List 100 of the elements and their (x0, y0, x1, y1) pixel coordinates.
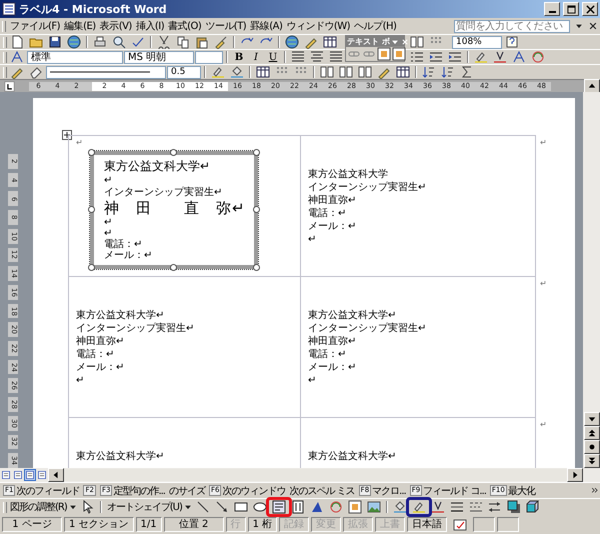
text-box-icon[interactable] (272, 500, 286, 514)
columns-icon[interactable] (320, 65, 334, 79)
styles-icon[interactable] (512, 50, 526, 64)
menu-item[interactable]: ファイル(F) (10, 19, 60, 33)
new-document-icon[interactable] (10, 35, 24, 49)
line-icon[interactable] (196, 500, 210, 514)
columns-icon[interactable] (358, 65, 372, 79)
sigma-icon[interactable] (460, 65, 474, 79)
line-style-icon[interactable] (450, 500, 464, 514)
resize-handle[interactable] (253, 149, 260, 156)
table-icon[interactable] (396, 65, 410, 79)
pointer-icon[interactable] (80, 500, 95, 514)
picture-icon[interactable] (366, 500, 381, 514)
rectangle-icon[interactable] (234, 500, 248, 514)
menu-item[interactable]: 編集(E) (64, 19, 96, 33)
vertical-scrollbar[interactable] (583, 92, 600, 468)
scroll-left-button[interactable] (48, 468, 64, 482)
shadow-icon[interactable] (506, 500, 521, 514)
scroll-up-button[interactable] (584, 79, 600, 93)
diagram-icon[interactable] (531, 50, 545, 64)
menu-item[interactable]: ウィンドウ(W) (286, 19, 350, 33)
view-button[interactable] (36, 469, 48, 481)
paintbrush-icon[interactable] (214, 35, 228, 49)
oval-icon[interactable] (252, 500, 267, 514)
clip-art-icon[interactable] (376, 47, 390, 61)
table-icon[interactable] (323, 35, 337, 49)
indent-icon[interactable] (429, 50, 443, 64)
justify-icon[interactable] (329, 50, 343, 64)
resize-handle[interactable] (253, 264, 260, 271)
text-box[interactable]: 東方公益文科大学↵ ↵ インターンシップ実習生↵ 神 田 直 弥↵ ↵ ↵ 電話：↵ メール：↵ (90, 151, 258, 269)
scroll-down-button[interactable] (584, 412, 600, 426)
arrow-icon[interactable] (214, 500, 229, 514)
minimize-button[interactable] (544, 2, 560, 16)
close-icon[interactable] (588, 21, 598, 31)
3d-box-icon[interactable] (526, 500, 540, 514)
indent-icon[interactable] (448, 50, 462, 64)
resize-handle[interactable] (88, 206, 95, 213)
resize-handle[interactable] (88, 264, 95, 271)
autoshapes-menu-button[interactable]: オートシェイプ(U) (106, 500, 182, 514)
highlighter-icon[interactable] (412, 500, 426, 514)
menu-item[interactable]: 罫線(A) (250, 19, 282, 33)
globe-icon[interactable] (285, 35, 299, 49)
close-button[interactable] (582, 2, 598, 16)
scroll-right-button[interactable] (567, 468, 583, 482)
view-button[interactable] (0, 469, 12, 481)
function-key-label[interactable]: 次のスペル ミス (289, 484, 355, 498)
font-color-icon[interactable] (430, 500, 445, 514)
line-style-dropdown[interactable] (46, 66, 166, 78)
zoom-dropdown[interactable]: 108% (452, 36, 502, 48)
menu-item[interactable]: 挿入(I) (136, 19, 164, 33)
check-mark-icon[interactable] (131, 35, 145, 49)
function-key-label[interactable]: のサイズ (169, 484, 205, 498)
resize-handle[interactable] (170, 264, 177, 271)
horizontal-scrollbar[interactable] (64, 469, 567, 481)
wordart-icon[interactable] (310, 500, 324, 514)
list-icon[interactable] (410, 50, 424, 64)
help-icon[interactable] (505, 35, 519, 49)
sort-icon[interactable] (441, 65, 455, 79)
table-icon[interactable] (256, 65, 270, 79)
sort-icon[interactable] (422, 65, 436, 79)
menu-item[interactable]: ヘルプ(H) (354, 19, 396, 33)
maximize-button[interactable] (563, 2, 579, 16)
line-weight-dropdown[interactable]: 0.5 (167, 66, 201, 78)
clipboard-icon[interactable] (195, 35, 209, 49)
next-page-button[interactable] (584, 454, 600, 468)
previous-page-button[interactable] (584, 426, 600, 440)
globe-icon[interactable] (67, 35, 81, 49)
resize-handle[interactable] (88, 149, 95, 156)
function-key-label[interactable]: 次のウィンドウ (222, 484, 286, 498)
fill-bucket-icon[interactable] (392, 500, 407, 514)
clip-art-icon[interactable] (348, 500, 362, 514)
function-key-label[interactable]: マクロ... (372, 484, 406, 498)
function-key-label[interactable]: 定型句の作... (113, 484, 165, 498)
view-button[interactable] (12, 469, 24, 481)
help-search-field[interactable]: 質問を入力してください (454, 20, 570, 32)
format-button[interactable]: B (231, 50, 247, 64)
menu-item[interactable]: 表示(V) (100, 19, 132, 33)
font-color-icon[interactable] (493, 50, 507, 64)
view-button[interactable] (24, 469, 36, 481)
table-move-handle-icon[interactable] (62, 130, 72, 140)
vertical-text-box-icon[interactable] (290, 500, 305, 514)
copy-icon[interactable] (176, 35, 190, 49)
printer-icon[interactable] (93, 35, 107, 49)
chevron-icon[interactable] (590, 486, 600, 496)
center-align-icon[interactable] (310, 50, 324, 64)
menu-item[interactable]: ツール(T) (205, 19, 246, 33)
resize-handle[interactable] (170, 149, 177, 156)
diagram-icon[interactable] (328, 500, 343, 514)
function-key-label[interactable]: 最大化 (508, 484, 535, 498)
arrange-menu-button[interactable]: 図形の調整(R) (10, 500, 67, 514)
highlighter-icon[interactable] (211, 65, 225, 79)
scissors-icon[interactable] (157, 35, 171, 49)
resize-handle[interactable] (253, 206, 260, 213)
columns-icon[interactable] (410, 35, 424, 49)
arrow-style-icon[interactable] (488, 500, 502, 514)
dash-style-icon[interactable] (468, 500, 483, 514)
format-button[interactable]: I (248, 50, 264, 64)
justify-icon[interactable] (291, 50, 305, 64)
browse-object-button[interactable] (584, 440, 600, 454)
function-key-label[interactable]: 次のフィールド (16, 484, 80, 498)
